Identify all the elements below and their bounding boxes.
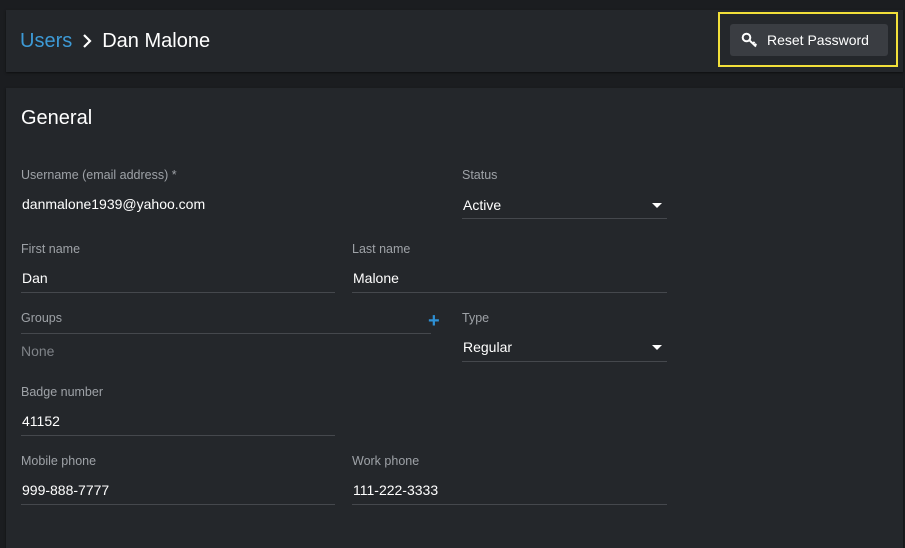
groups-field: Groups + None: [21, 311, 441, 361]
status-select[interactable]: Status Active: [462, 168, 667, 219]
type-underline: [462, 361, 667, 362]
status-underline: [462, 218, 667, 219]
general-panel: General Username (email address) * danma…: [6, 88, 903, 548]
breadcrumb: Users Dan Malone: [20, 29, 210, 53]
breadcrumb-users-link[interactable]: Users: [20, 29, 72, 53]
caret-down-icon: [652, 345, 662, 350]
type-select[interactable]: Type Regular: [462, 311, 667, 362]
caret-down-icon: [652, 203, 662, 208]
groups-value: None: [21, 343, 55, 359]
username-label: Username (email address) *: [21, 168, 177, 182]
type-label: Type: [462, 311, 490, 325]
last-name-value: Malone: [353, 270, 399, 286]
page-title: Dan Malone: [102, 30, 211, 52]
username-field[interactable]: Username (email address) * danmalone1939…: [21, 168, 431, 218]
last-name-label: Last name: [352, 242, 411, 256]
last-name-field[interactable]: Last name Malone: [352, 242, 667, 293]
mobile-phone-label: Mobile phone: [21, 454, 97, 468]
chevron-right-icon: [72, 29, 102, 53]
reset-password-label: Reset Password: [767, 32, 869, 48]
plus-icon[interactable]: +: [428, 311, 440, 331]
work-phone-field[interactable]: Work phone 111-222-3333: [352, 454, 667, 505]
badge-number-label: Badge number: [21, 385, 104, 399]
badge-number-underline: [21, 435, 335, 436]
work-phone-underline: [352, 504, 667, 505]
work-phone-label: Work phone: [352, 454, 420, 468]
reset-password-button[interactable]: Reset Password: [730, 24, 888, 56]
mobile-phone-field[interactable]: Mobile phone 999-888-7777: [21, 454, 335, 505]
mobile-phone-underline: [21, 504, 335, 505]
badge-number-value: 41152: [22, 413, 60, 429]
last-name-underline: [352, 292, 667, 293]
username-value: danmalone1939@yahoo.com: [22, 196, 206, 212]
section-title-general: General: [21, 107, 93, 129]
first-name-label: First name: [21, 242, 81, 256]
badge-number-field[interactable]: Badge number 41152: [21, 385, 335, 436]
first-name-underline: [21, 292, 335, 293]
groups-label: Groups: [21, 311, 62, 325]
status-label: Status: [462, 168, 498, 182]
work-phone-value: 111-222-3333: [353, 482, 439, 498]
key-icon: [741, 32, 758, 48]
type-value: Regular: [463, 339, 513, 355]
first-name-value: Dan: [22, 270, 48, 286]
first-name-field[interactable]: First name Dan: [21, 242, 335, 293]
groups-divider: [21, 333, 431, 334]
status-value: Active: [463, 197, 502, 213]
mobile-phone-value: 999-888-7777: [22, 482, 110, 498]
